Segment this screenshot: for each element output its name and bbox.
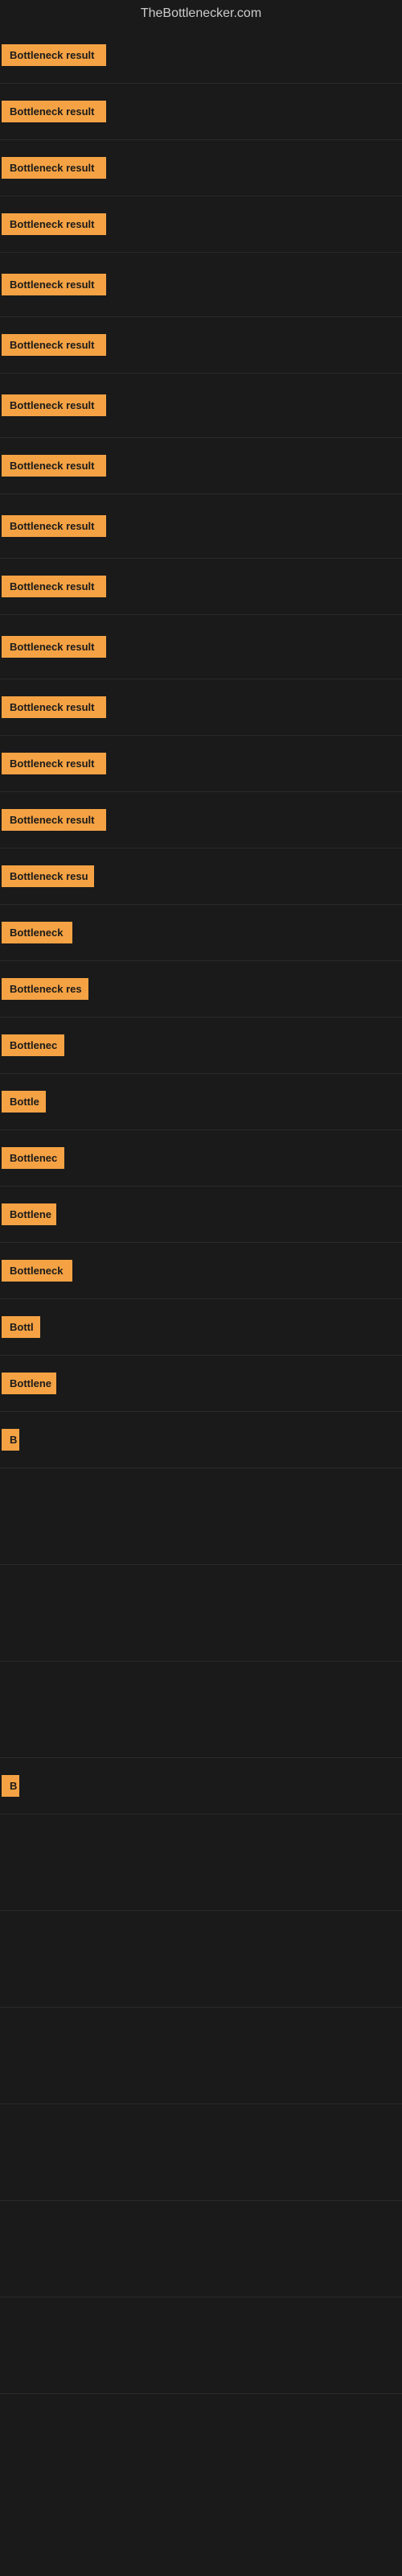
bottleneck-badge: Bottlenec bbox=[2, 1147, 64, 1169]
bottleneck-badge: Bottleneck resu bbox=[2, 865, 94, 887]
list-item[interactable]: Bottlene bbox=[0, 1356, 402, 1412]
bar-area bbox=[76, 921, 402, 945]
bar-area bbox=[110, 808, 402, 832]
list-item[interactable]: Bottleneck resu bbox=[0, 848, 402, 905]
bar-area bbox=[110, 100, 402, 124]
list-item[interactable] bbox=[0, 2104, 402, 2201]
list-item[interactable]: Bottleneck result bbox=[0, 679, 402, 736]
bar-area bbox=[6, 1601, 402, 1625]
bar-area bbox=[6, 1851, 402, 1875]
bar-area bbox=[6, 2044, 402, 2068]
bottleneck-badge: Bottleneck result bbox=[2, 636, 106, 658]
bar-area bbox=[110, 454, 402, 478]
bar-area bbox=[44, 1315, 402, 1340]
list-item[interactable]: Bottleneck bbox=[0, 1243, 402, 1299]
list-item[interactable]: Bottleneck res bbox=[0, 961, 402, 1018]
bar-area bbox=[76, 1259, 402, 1283]
bottleneck-badge: B bbox=[2, 1775, 19, 1797]
list-item[interactable]: Bottleneck result bbox=[0, 317, 402, 374]
bottleneck-badge: Bottleneck result bbox=[2, 753, 106, 774]
bar-area bbox=[110, 394, 402, 418]
bar-area bbox=[6, 1505, 402, 1529]
bottleneck-badge: Bottleneck bbox=[2, 922, 72, 943]
bar-area bbox=[110, 514, 402, 539]
bar-area bbox=[110, 333, 402, 357]
list-item[interactable]: Bottleneck result bbox=[0, 736, 402, 792]
bar-area bbox=[110, 752, 402, 776]
bar-area bbox=[110, 575, 402, 599]
bottleneck-badge: Bottleneck result bbox=[2, 394, 106, 416]
bottleneck-badge: Bottleneck result bbox=[2, 157, 106, 179]
bar-area bbox=[50, 1090, 402, 1114]
bottleneck-badge: Bottleneck result bbox=[2, 101, 106, 122]
list-item[interactable]: Bottleneck result bbox=[0, 253, 402, 317]
bottleneck-badge: Bottle bbox=[2, 1091, 46, 1113]
bar-area bbox=[6, 1698, 402, 1722]
list-item[interactable]: B bbox=[0, 1758, 402, 1814]
bar-area bbox=[6, 1947, 402, 1971]
list-item[interactable] bbox=[0, 1911, 402, 2008]
bar-area bbox=[110, 273, 402, 297]
bottleneck-badge: Bottleneck result bbox=[2, 576, 106, 597]
bottleneck-badge: Bottleneck result bbox=[2, 696, 106, 718]
bar-area bbox=[68, 1034, 402, 1058]
bottleneck-badge: Bottleneck result bbox=[2, 213, 106, 235]
bar-area bbox=[6, 2334, 402, 2358]
bar-area bbox=[110, 696, 402, 720]
bottleneck-badge: Bottlenec bbox=[2, 1034, 64, 1056]
list-item[interactable]: Bottlenec bbox=[0, 1130, 402, 1187]
bar-area bbox=[23, 1774, 402, 1798]
list-item[interactable]: Bottleneck result bbox=[0, 792, 402, 848]
bottleneck-badge: Bottleneck result bbox=[2, 334, 106, 356]
list-item[interactable]: Bottlenec bbox=[0, 1018, 402, 1074]
bar-area bbox=[110, 43, 402, 68]
list-item[interactable]: Bottleneck result bbox=[0, 374, 402, 438]
bar-area bbox=[68, 1146, 402, 1170]
bottleneck-badge: Bottleneck result bbox=[2, 515, 106, 537]
list-item[interactable] bbox=[0, 1565, 402, 1662]
list-item[interactable]: Bottleneck result bbox=[0, 27, 402, 84]
list-item[interactable]: Bottleneck bbox=[0, 905, 402, 961]
bottleneck-badge: Bottlene bbox=[2, 1203, 56, 1225]
bar-area bbox=[92, 977, 402, 1001]
bar-area bbox=[110, 635, 402, 659]
bar-area bbox=[110, 156, 402, 180]
bottleneck-badge: Bottleneck result bbox=[2, 455, 106, 477]
bottleneck-badge: Bottleneck result bbox=[2, 44, 106, 66]
list-item[interactable] bbox=[0, 1662, 402, 1758]
bottleneck-badge: Bottl bbox=[2, 1316, 40, 1338]
bar-area bbox=[60, 1203, 402, 1227]
list-item[interactable]: Bottleneck result bbox=[0, 196, 402, 253]
bar-area bbox=[60, 1372, 402, 1396]
bar-area bbox=[6, 2140, 402, 2165]
bottleneck-badge: Bottlene bbox=[2, 1373, 56, 1394]
list-item[interactable]: Bottlene bbox=[0, 1187, 402, 1243]
list-item[interactable] bbox=[0, 1468, 402, 1565]
list-item[interactable]: Bottleneck result bbox=[0, 559, 402, 615]
site-title: TheBottlenecker.com bbox=[0, 0, 402, 27]
bottleneck-badge: Bottleneck bbox=[2, 1260, 72, 1282]
bar-area bbox=[6, 2237, 402, 2261]
list-item[interactable]: Bottle bbox=[0, 1074, 402, 1130]
bottleneck-badge: B bbox=[2, 1429, 19, 1451]
list-item[interactable]: Bottl bbox=[0, 1299, 402, 1356]
bottleneck-badge: Bottleneck result bbox=[2, 809, 106, 831]
list-item[interactable]: B bbox=[0, 1412, 402, 1468]
bottleneck-badge: Bottleneck res bbox=[2, 978, 88, 1000]
list-item[interactable]: Bottleneck result bbox=[0, 140, 402, 196]
bar-area bbox=[23, 1428, 402, 1452]
list-item[interactable] bbox=[0, 2008, 402, 2104]
list-item[interactable] bbox=[0, 1814, 402, 1911]
bottleneck-badge: Bottleneck result bbox=[2, 274, 106, 295]
list-item[interactable]: Bottleneck result bbox=[0, 494, 402, 559]
list-item[interactable]: Bottleneck result bbox=[0, 615, 402, 679]
list-item[interactable]: Bottleneck result bbox=[0, 84, 402, 140]
site-title-text: TheBottlenecker.com bbox=[141, 6, 261, 20]
bar-area bbox=[98, 865, 402, 889]
list-item[interactable] bbox=[0, 2297, 402, 2394]
bar-area bbox=[110, 213, 402, 237]
list-item[interactable] bbox=[0, 2201, 402, 2297]
list-item[interactable]: Bottleneck result bbox=[0, 438, 402, 494]
